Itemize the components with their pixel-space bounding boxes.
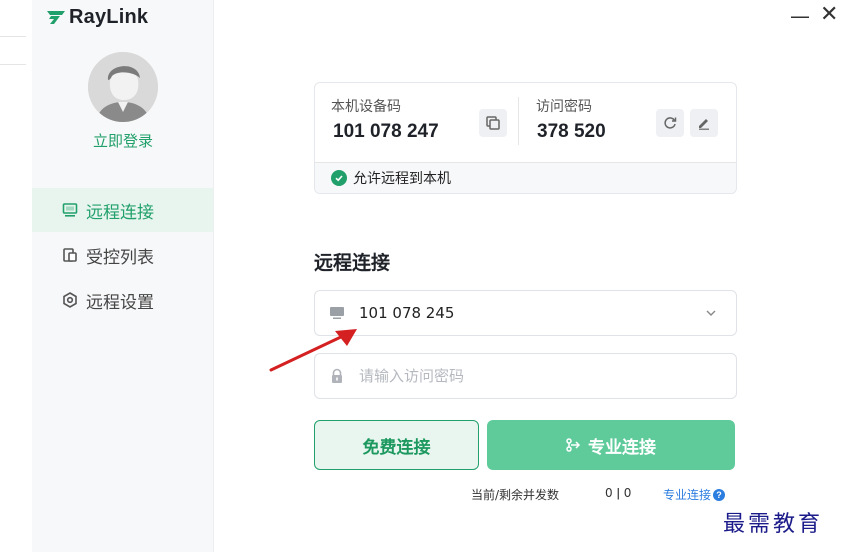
branch-icon — [566, 438, 581, 452]
sidebar-item-remote-connect[interactable]: 远程连接 — [32, 188, 213, 232]
user-avatar-icon — [88, 52, 158, 122]
list-icon — [62, 247, 78, 263]
device-code-input[interactable] — [359, 304, 679, 322]
edit-icon — [699, 119, 709, 130]
access-password-field[interactable] — [314, 353, 737, 399]
monitor-icon — [62, 202, 78, 218]
close-button[interactable]: ✕ — [820, 2, 838, 27]
device-info-card: 本机设备码 101 078 247 访问密码 378 520 允许远程到本机 — [314, 82, 737, 194]
sidebar-item-remote-settings[interactable]: 远程设置 — [32, 278, 213, 322]
sidebar-item-controlled-list[interactable]: 受控列表 — [32, 233, 213, 277]
red-arrow-annotation — [269, 329, 357, 372]
chevron-down-icon[interactable] — [704, 306, 718, 320]
access-password-label: 访问密码 — [536, 99, 592, 115]
app-name: RayLink — [69, 5, 149, 28]
pro-connect-link-label: 专业连接 — [663, 488, 712, 502]
access-password-input[interactable] — [359, 367, 679, 385]
minimize-button[interactable]: — — [790, 4, 810, 28]
copy-code-button[interactable] — [479, 109, 507, 137]
pro-connect-label: 专业连接 — [588, 437, 656, 458]
remote-connect-title: 远程连接 — [314, 252, 391, 274]
sidebar-item-label: 受控列表 — [86, 247, 154, 268]
pro-connect-link[interactable]: 专业连接 ? — [663, 486, 726, 503]
monitor-icon — [329, 305, 345, 321]
background-window-edge — [0, 0, 32, 552]
concurrency-label: 当前/剩余并发数 — [471, 488, 560, 502]
device-code-label: 本机设备码 — [331, 99, 401, 115]
edit-password-button[interactable] — [690, 109, 718, 137]
sidebar-item-label: 远程设置 — [86, 292, 154, 313]
raylink-logo-icon — [47, 11, 65, 24]
watermark: 最需教育 — [723, 512, 824, 537]
check-circle-icon — [331, 170, 347, 186]
sidebar-item-label: 远程连接 — [86, 202, 154, 223]
login-link[interactable]: 立即登录 — [32, 130, 214, 151]
app-logo: RayLink — [46, 4, 148, 30]
avatar[interactable] — [88, 52, 158, 122]
device-code-value: 101 078 247 — [333, 121, 439, 142]
refresh-password-button[interactable] — [656, 109, 684, 137]
help-icon[interactable]: ? — [713, 488, 726, 501]
pro-connect-button[interactable]: 专业连接 — [487, 420, 735, 470]
access-password-value: 378 520 — [537, 121, 606, 142]
concurrency-value: 0 ǀ 0 — [605, 486, 632, 500]
divider — [518, 97, 519, 145]
allow-remote-row[interactable]: 允许远程到本机 — [315, 162, 736, 193]
free-connect-button[interactable]: 免费连接 — [314, 420, 479, 470]
settings-icon — [62, 292, 78, 308]
refresh-icon — [664, 117, 677, 129]
device-code-field[interactable] — [314, 290, 737, 336]
allow-remote-label: 允许远程到本机 — [353, 171, 451, 187]
copy-icon — [486, 116, 500, 130]
